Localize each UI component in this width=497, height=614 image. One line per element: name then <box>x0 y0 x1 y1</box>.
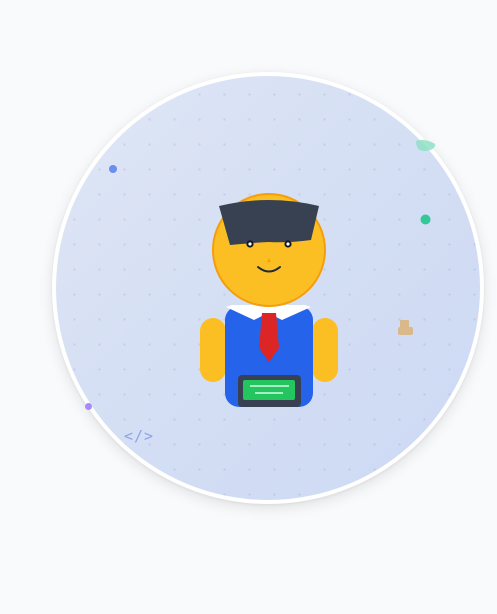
badge-screen <box>243 380 295 400</box>
code-brackets-icon: </> <box>124 427 155 445</box>
coffee-cup-icon <box>398 320 413 335</box>
hat <box>219 200 319 245</box>
developer-character <box>200 193 338 407</box>
left-arm <box>200 318 226 382</box>
avatar-illustration-page: </> <box>0 0 497 614</box>
purple-dot-decoration <box>85 403 92 410</box>
right-arm <box>312 318 338 382</box>
blue-dot-decoration <box>109 165 117 173</box>
green-leaf-decoration <box>416 140 436 151</box>
green-dot-decoration <box>420 214 431 225</box>
